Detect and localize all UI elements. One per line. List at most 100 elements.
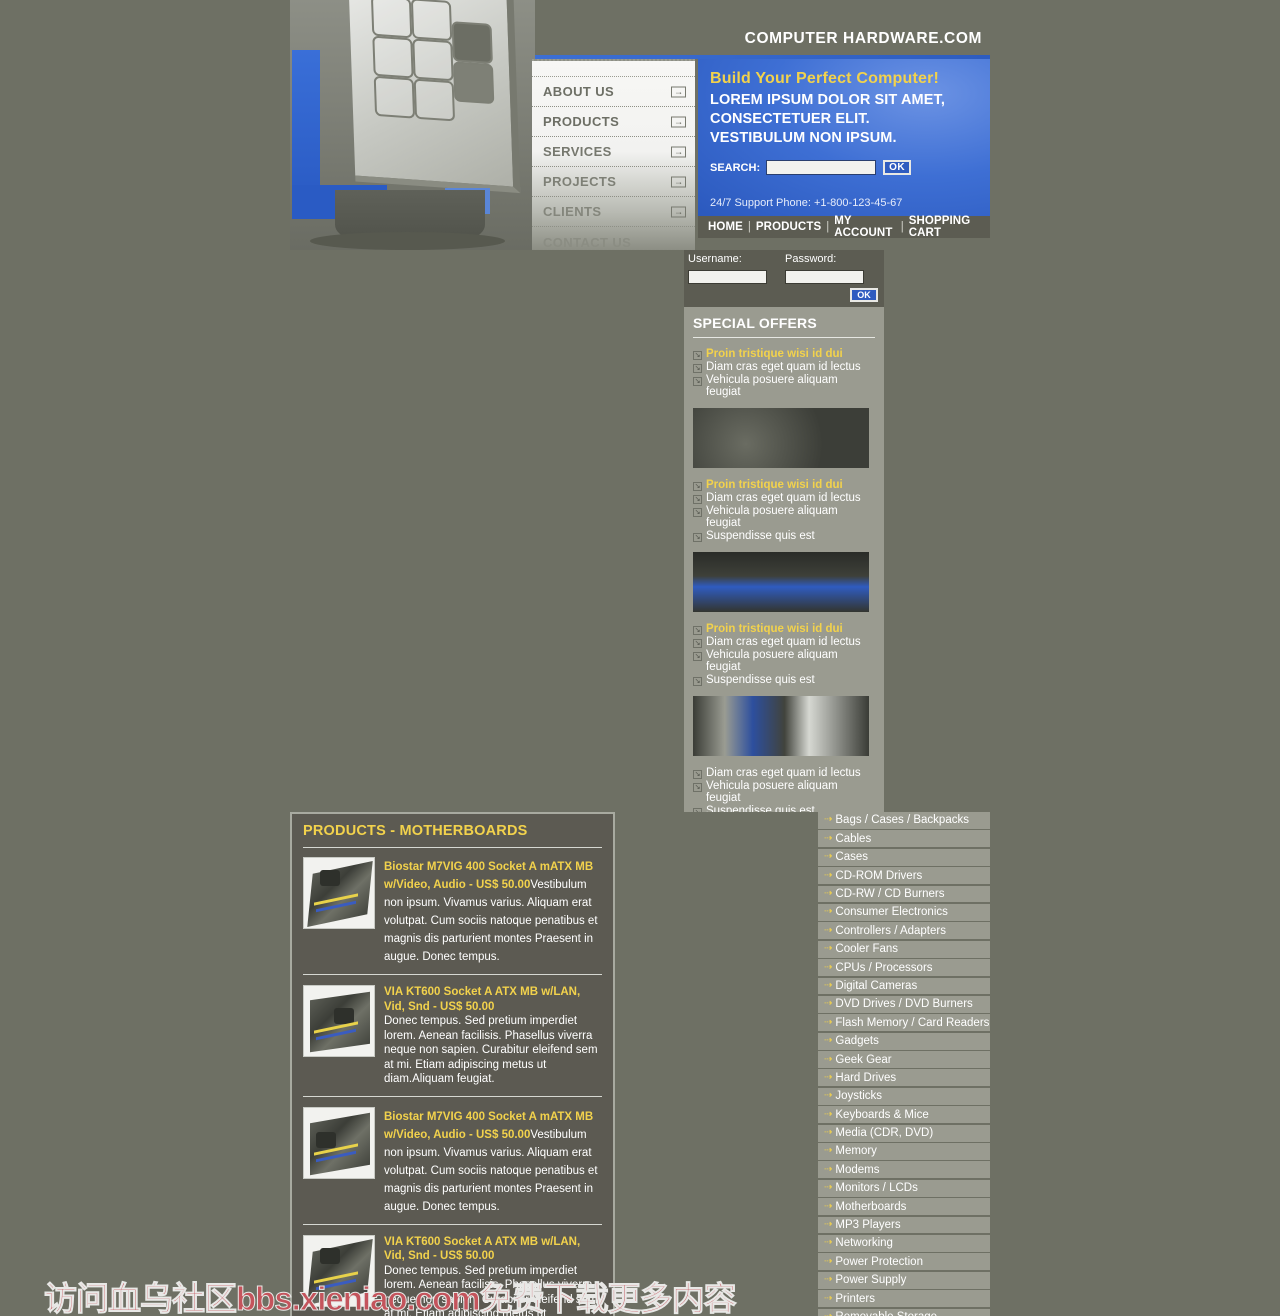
category-label: Cooler Fans (835, 943, 899, 956)
category-item-power-protection[interactable]: ⇢ Power Protection (818, 1253, 990, 1271)
arrow-right-icon: ⇢ (824, 924, 832, 936)
category-item-keyboards-mice[interactable]: ⇢ Keyboards & Mice (818, 1106, 990, 1124)
arrow-bullet-icon: ↘ (693, 783, 702, 792)
category-item-cd-rom-drivers[interactable]: ⇢ CD-ROM Drivers (818, 867, 990, 885)
nav-item-services[interactable]: SERVICES → (532, 137, 695, 167)
category-item-cd-rw-cd-burners[interactable]: ⇢ CD-RW / CD Burners (818, 885, 990, 903)
category-item-modems[interactable]: ⇢ Modems (818, 1161, 990, 1179)
category-item-printers[interactable]: ⇢ Printers (818, 1290, 990, 1308)
category-label: Power Supply (835, 1274, 907, 1287)
category-label: Media (CDR, DVD) (835, 1127, 934, 1140)
offer-thumbnail-image (693, 696, 869, 756)
divider (303, 847, 602, 848)
list-item[interactable]: ↘ Vehicula posuere aliquam feugiat (693, 374, 875, 398)
category-item-media-cdr-dvd[interactable]: ⇢ Media (CDR, DVD) (818, 1124, 990, 1142)
offer-text: Vehicula posuere aliquam feugiat (706, 505, 838, 529)
arrow-right-icon: ⇢ (824, 1163, 832, 1175)
list-item[interactable]: ↘ Vehicula posuere aliquam feugiat (693, 505, 875, 529)
nav-item-about-us[interactable]: ABOUT US → (532, 77, 695, 107)
category-item-mp3-players[interactable]: ⇢ MP3 Players (818, 1216, 990, 1234)
arrow-right-icon: ⇢ (824, 961, 832, 973)
arrow-right-icon: ⇢ (824, 851, 832, 863)
search-input[interactable] (766, 160, 877, 175)
offer-text: Proin tristique wisi id dui (706, 479, 843, 491)
offers-group-3: ↘ Proin tristique wisi id dui ↘ Diam cra… (693, 623, 875, 686)
password-group: Password: (785, 253, 864, 284)
product-item[interactable]: Biostar M7VIG 400 Socket A mATX MB w/Vid… (303, 1106, 602, 1224)
login-bar: Username: Password: OK (684, 250, 884, 307)
offer-text: Diam cras eget quam id lectus (706, 492, 861, 504)
list-item[interactable]: ↘ Suspendisse quis est (693, 530, 875, 542)
list-item[interactable]: ↘ Vehicula posuere aliquam feugiat (693, 780, 875, 804)
category-item-controllers-adapters[interactable]: ⇢ Controllers / Adapters (818, 922, 990, 940)
topnav-item-my-account[interactable]: MY ACCOUNT (829, 215, 900, 239)
category-label: Modems (835, 1163, 880, 1176)
product-name[interactable]: VIA KT600 Socket A ATX MB w/LAN, Vid, Sn… (384, 1235, 602, 1264)
nav-item-clients[interactable]: CLIENTS → (532, 197, 695, 227)
category-item-consumer-electronics[interactable]: ⇢ Consumer Electronics (818, 903, 990, 921)
offer-text: Proin tristique wisi id dui (706, 623, 843, 635)
login-ok-button[interactable]: OK (850, 288, 878, 302)
topnav-item-shopping-cart[interactable]: SHOPPING CART (904, 215, 990, 239)
product-item[interactable]: Biostar M7VIG 400 Socket A mATX MB w/Vid… (303, 857, 602, 974)
category-item-cooler-fans[interactable]: ⇢ Cooler Fans (818, 940, 990, 958)
nav-item-contact-us[interactable]: CONTACT US (532, 227, 695, 257)
product-image (303, 1106, 375, 1179)
category-label: CD-ROM Drivers (835, 869, 923, 882)
category-item-gadgets[interactable]: ⇢ Gadgets (818, 1032, 990, 1050)
category-item-cpus-processors[interactable]: ⇢ CPUs / Processors (818, 959, 990, 977)
arrow-right-icon: ⇢ (824, 1292, 832, 1304)
list-item[interactable]: ↘ Diam cras eget quam id lectus (693, 492, 875, 504)
main-nav: ABOUT US → PRODUCTS → SERVICES → PROJECT… (532, 59, 695, 250)
category-item-cables[interactable]: ⇢ Cables (818, 830, 990, 848)
site-logo[interactable]: COMPUTER HARDWARE.COM (745, 30, 982, 48)
product-item[interactable]: VIA KT600 Socket A ATX MB w/LAN, Vid, Sn… (303, 985, 602, 1096)
product-body: VIA KT600 Socket A ATX MB w/LAN, Vid, Sn… (384, 985, 602, 1087)
list-item[interactable]: ↘ Proin tristique wisi id dui (693, 479, 875, 491)
arrow-right-icon: → (671, 176, 686, 187)
password-input[interactable] (785, 269, 864, 284)
nav-label: CONTACT US (543, 234, 632, 250)
nav-item-projects[interactable]: PROJECTS → (532, 167, 695, 197)
category-item-hard-drives[interactable]: ⇢ Hard Drives (818, 1069, 990, 1087)
topnav-item-products[interactable]: PRODUCTS (751, 221, 826, 233)
divider (303, 974, 602, 975)
special-offers-title: SPECIAL OFFERS (693, 315, 817, 331)
category-item-flash-memory-card-readers[interactable]: ⇢ Flash Memory / Card Readers (818, 1014, 990, 1032)
category-item-joysticks[interactable]: ⇢ Joysticks (818, 1087, 990, 1105)
category-item-bags-cases-backpacks[interactable]: ⇢ Bags / Cases / Backpacks (818, 812, 990, 829)
list-item[interactable]: ↘ Suspendisse quis est (693, 805, 875, 812)
category-item-motherboards[interactable]: ⇢ Motherboards (818, 1198, 990, 1216)
product-item[interactable]: VIA KT600 Socket A ATX MB w/LAN, Vid, Sn… (303, 1234, 602, 1316)
category-item-cases[interactable]: ⇢ Cases (818, 848, 990, 866)
nav-label: SERVICES (543, 144, 612, 159)
product-name[interactable]: VIA KT600 Socket A ATX MB w/LAN, Vid, Sn… (384, 985, 602, 1014)
special-offers-panel: SPECIAL OFFERS ↘ Proin tristique wisi id… (684, 307, 884, 812)
list-item[interactable]: ↘ Vehicula posuere aliquam feugiat (693, 649, 875, 673)
category-item-geek-gear[interactable]: ⇢ Geek Gear (818, 1051, 990, 1068)
search-ok-button[interactable]: OK (883, 160, 912, 175)
puzzle-piece-icon (372, 35, 414, 79)
promo-search-row: SEARCH: OK (710, 160, 978, 175)
list-item[interactable]: ↘ Diam cras eget quam id lectus (693, 767, 875, 779)
category-label: Motherboards (835, 1200, 907, 1213)
list-item[interactable]: ↘ Diam cras eget quam id lectus (693, 361, 875, 373)
nav-item-products[interactable]: PRODUCTS → (532, 107, 695, 137)
list-item[interactable]: ↘ Proin tristique wisi id dui (693, 623, 875, 635)
list-item[interactable]: ↘ Diam cras eget quam id lectus (693, 636, 875, 648)
category-item-digital-cameras[interactable]: ⇢ Digital Cameras (818, 977, 990, 995)
category-item-monitors-lcds[interactable]: ⇢ Monitors / LCDs (818, 1179, 990, 1197)
topnav-item-home[interactable]: HOME (703, 221, 748, 233)
offer-text: Suspendisse quis est (706, 805, 815, 812)
list-item[interactable]: ↘ Proin tristique wisi id dui (693, 348, 875, 360)
category-item-networking[interactable]: ⇢ Networking (818, 1234, 990, 1252)
category-item-memory[interactable]: ⇢ Memory (818, 1143, 990, 1160)
username-input[interactable] (688, 269, 767, 284)
arrow-right-icon: ⇢ (824, 1219, 832, 1231)
list-item[interactable]: ↘ Suspendisse quis est (693, 674, 875, 686)
product-body: VIA KT600 Socket A ATX MB w/LAN, Vid, Sn… (384, 1235, 602, 1316)
arrow-bullet-icon: ↘ (693, 652, 702, 661)
category-item-power-supply[interactable]: ⇢ Power Supply (818, 1271, 990, 1289)
category-item-dvd-drives-dvd-burners[interactable]: ⇢ DVD Drives / DVD Burners (818, 995, 990, 1013)
category-item-removable-storage[interactable]: ⇢Removable Storage (818, 1308, 990, 1316)
